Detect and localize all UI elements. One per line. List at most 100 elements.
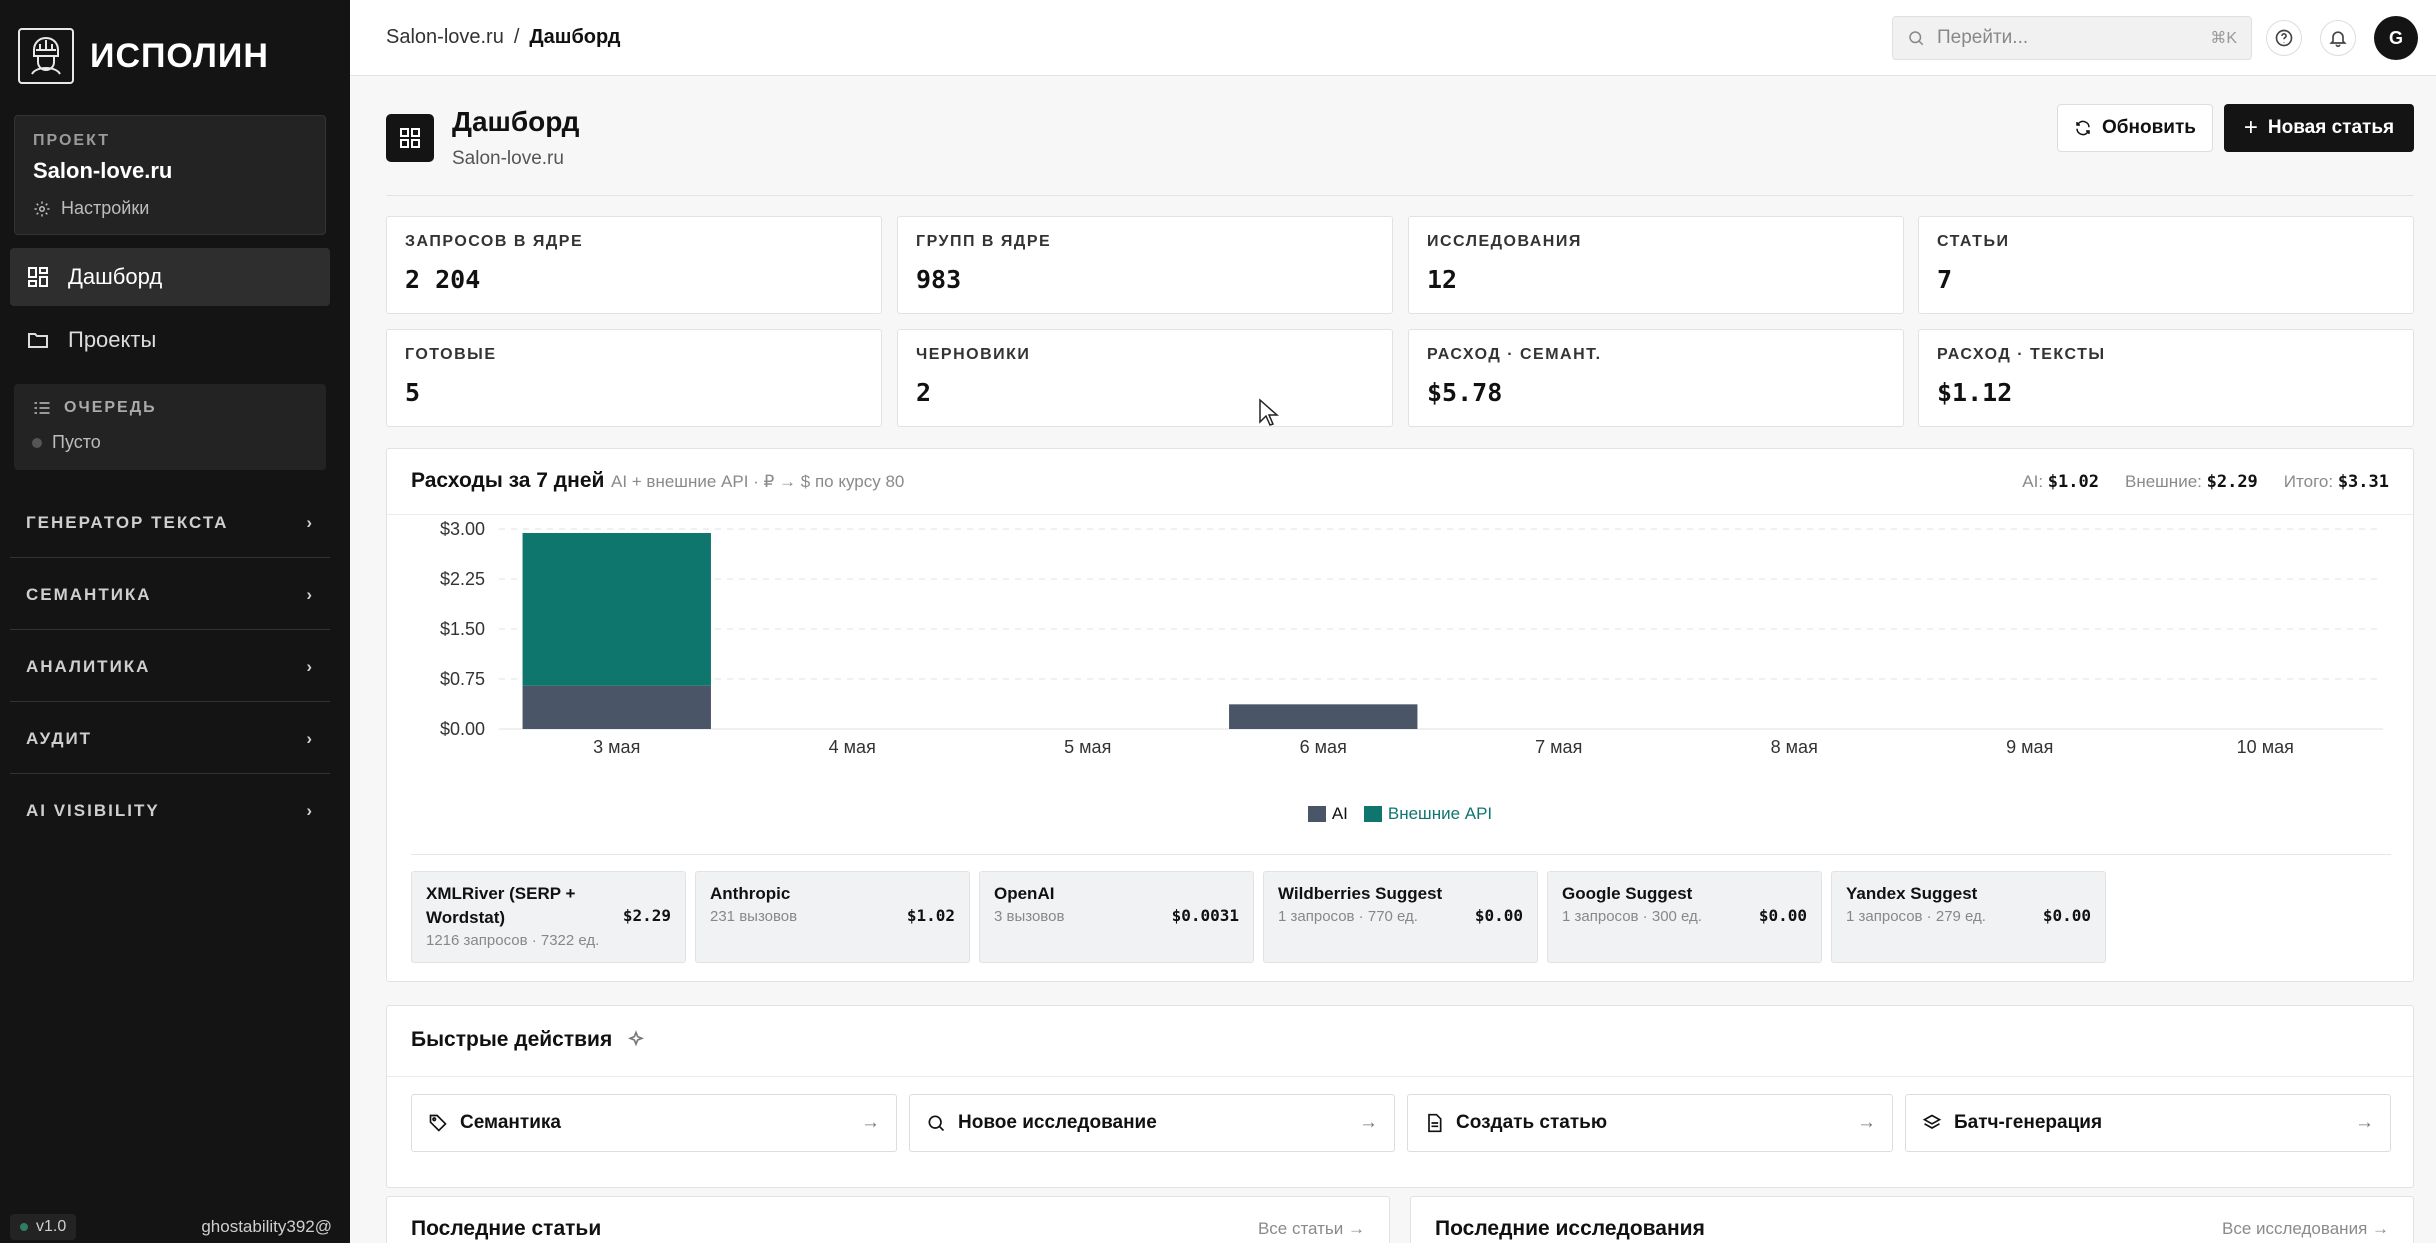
- stat-label: ГРУПП В ЯДРЕ: [916, 233, 1052, 250]
- recent-articles-title: Последние статьи: [411, 1217, 602, 1240]
- provider-card: Yandex Suggest 1 запросов · 279 ед. $0.00: [1831, 871, 2106, 963]
- search-input[interactable]: Перейти... ⌘K: [1892, 16, 2252, 60]
- sidebar-item-projects[interactable]: Проекты: [10, 311, 330, 369]
- stat-card-queries: ЗАПРОСОВ В ЯДРЕ 2 204: [386, 216, 882, 314]
- queue-title: ОЧЕРЕДЬ: [64, 399, 157, 416]
- costs-subtitle: AI + внешние API · ₽ → $ по курсу 80: [611, 472, 905, 491]
- stat-card-drafts: ЧЕРНОВИКИ 2: [897, 329, 1393, 427]
- new-article-button[interactable]: + Новая статья: [2224, 104, 2414, 152]
- legend-label: AI: [1331, 804, 1348, 823]
- section-label: АУДИТ: [26, 728, 93, 748]
- stat-value: 7: [1937, 265, 1953, 294]
- project-settings-link[interactable]: Настройки: [33, 198, 307, 219]
- section-label: AI VISIBILITY: [26, 801, 160, 820]
- search-icon: [928, 1115, 945, 1132]
- section-label: СЕМАНТИКА: [26, 584, 152, 604]
- page-subtitle: Salon-love.ru: [452, 148, 564, 169]
- legend-item-ai[interactable]: AI: [1307, 804, 1348, 824]
- document-icon: [1428, 1113, 1442, 1133]
- project-name: Salon-love.ru: [33, 158, 173, 183]
- section-label: АНАЛИТИКА: [26, 656, 151, 676]
- x-tick-label: 9 мая: [2006, 737, 2053, 757]
- x-tick-label: 10 мая: [2237, 737, 2294, 757]
- dashboard-icon: [386, 114, 434, 162]
- action-create-article[interactable]: Создать статью →: [1407, 1094, 1893, 1152]
- notifications-button[interactable]: [2320, 20, 2356, 56]
- recent-research-title: Последние исследования: [1435, 1217, 1705, 1240]
- stat-value: 983: [916, 265, 962, 294]
- costs-chart: $3.00 $2.25 $1.50 $0.75 $0.00 3 мая 4 мая 5 мая…: [440, 519, 2383, 757]
- help-button[interactable]: [2266, 20, 2302, 56]
- breadcrumb-current: Дашборд: [529, 26, 621, 48]
- section-analytics[interactable]: АНАЛИТИКА ›: [10, 632, 330, 702]
- breadcrumb-project[interactable]: Salon-love.ru: [386, 26, 504, 49]
- stat-value: 2: [916, 378, 932, 407]
- avatar[interactable]: G: [2374, 16, 2418, 60]
- x-tick-label: 7 мая: [1535, 737, 1582, 757]
- grid-icon: [28, 267, 48, 287]
- provider-cost: $0.00: [1474, 906, 1523, 925]
- section-text-generator[interactable]: ГЕНЕРАТОР ТЕКСТА ›: [10, 488, 330, 558]
- action-batch-generation[interactable]: Батч-генерация →: [1905, 1094, 2391, 1152]
- section-audit[interactable]: АУДИТ ›: [10, 704, 330, 774]
- section-semantics[interactable]: СЕМАНТИКА ›: [10, 560, 330, 630]
- app-name: ИСПОЛИН: [90, 36, 269, 75]
- y-tick-label: $2.25: [440, 569, 485, 589]
- provider-name: Google Suggest: [1562, 884, 1693, 903]
- all-research-link[interactable]: Все исследования →: [2222, 1219, 2389, 1239]
- queue-card: ОЧЕРЕДЬ Пусто: [14, 384, 326, 470]
- stat-value: 5: [405, 378, 421, 407]
- quick-actions-header: Быстрые действия: [411, 1028, 646, 1052]
- mouse-cursor-icon: [1259, 398, 1279, 426]
- sidebar-item-dashboard[interactable]: Дашборд: [10, 248, 330, 306]
- provider-detail: 1216 запросов · 7322 ед.: [426, 932, 600, 949]
- user-email[interactable]: ghostability392@: [201, 1217, 332, 1237]
- action-label: Создать статью: [1456, 1112, 1608, 1133]
- provider-cost: $0.0031: [1171, 906, 1239, 925]
- costs-title: Расходы за 7 дней: [411, 469, 605, 492]
- legend-label: Внешние API: [1387, 804, 1493, 823]
- section-ai-visibility[interactable]: AI VISIBILITY ›: [10, 776, 330, 846]
- page-header: Дашборд Salon-love.ru Обновить + Новая с…: [386, 104, 2414, 196]
- action-new-research[interactable]: Новое исследование →: [909, 1094, 1395, 1152]
- action-label: Семантика: [460, 1112, 561, 1133]
- costs-panel: Расходы за 7 дней AI + внешние API · ₽ →…: [386, 448, 2414, 982]
- logo[interactable]: ИСПОЛИН: [18, 28, 269, 84]
- recent-articles-panel: Последние статьи Все статьи →: [386, 1196, 1390, 1243]
- stat-card-texts-cost: РАСХОД · ТЕКСТЫ $1.12: [1918, 329, 2414, 427]
- provider-card: XMLRiver (SERP + Wordstat) 1216 запросов …: [411, 871, 686, 963]
- stat-label: ЗАПРОСОВ В ЯДРЕ: [405, 233, 584, 250]
- y-tick-label: $1.50: [440, 619, 485, 639]
- bar-ai: [1229, 704, 1418, 729]
- stat-label: ЧЕРНОВИКИ: [916, 346, 1031, 363]
- project-card[interactable]: ПРОЕКТ Salon-love.ru Настройки: [14, 115, 326, 235]
- plus-icon: +: [2243, 114, 2258, 141]
- all-articles-link[interactable]: Все статьи →: [1258, 1219, 1365, 1239]
- x-tick-label: 5 мая: [1064, 737, 1111, 757]
- stat-label: ИССЛЕДОВАНИЯ: [1427, 233, 1582, 250]
- action-label: Батч-генерация: [1954, 1112, 2103, 1133]
- sidebar-item-label: Проекты: [68, 327, 157, 352]
- refresh-button[interactable]: Обновить: [2057, 104, 2213, 152]
- queue-status: Пусто: [52, 432, 101, 452]
- tag-icon: [429, 1114, 447, 1132]
- folder-icon: [28, 333, 48, 348]
- sparkle-icon: [628, 1030, 645, 1047]
- total-external: Внешние: $2.29: [2124, 472, 2258, 492]
- arrow-right-icon: →: [2355, 1112, 2374, 1133]
- provider-name: Wildberries Suggest: [1278, 884, 1443, 903]
- quick-actions-title: Быстрые действия: [411, 1028, 613, 1051]
- page-title: Дашборд: [452, 106, 580, 137]
- bar-ai: [522, 685, 711, 729]
- version-text: v1.0: [36, 1218, 67, 1235]
- stat-card-groups: ГРУПП В ЯДРЕ 983: [897, 216, 1393, 314]
- settings-label: Настройки: [61, 198, 150, 218]
- provider-cost: $1.02: [906, 906, 955, 925]
- action-semantics[interactable]: Семантика →: [411, 1094, 897, 1152]
- breadcrumb-separator: /: [513, 26, 520, 48]
- search-placeholder: Перейти...: [1937, 27, 2029, 48]
- chart-legend: AI Внешние API: [387, 804, 2413, 824]
- chevron-right-icon: ›: [306, 512, 314, 532]
- provider-cost: $2.29: [622, 906, 671, 925]
- legend-item-external[interactable]: Внешние API: [1363, 804, 1493, 824]
